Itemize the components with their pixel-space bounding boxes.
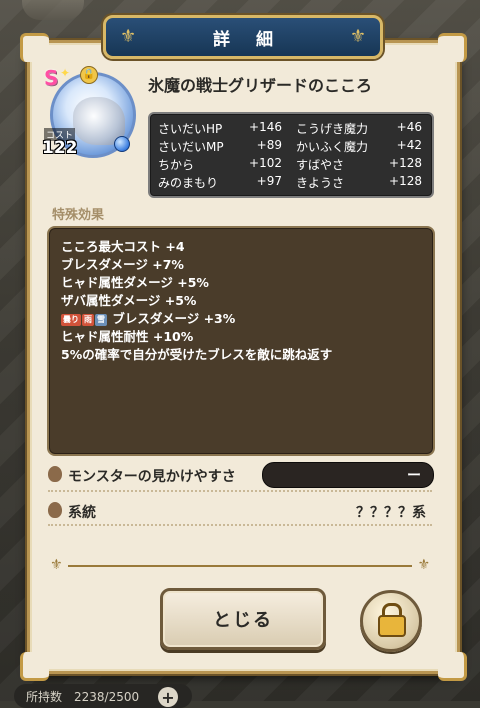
corner-ornament [438,652,467,681]
fleur-icon: ⚜ [349,26,366,47]
monster-name: 氷魔の戦士グリザードのこころ [148,76,373,95]
drop-icon [48,466,62,482]
effect-line: ブレスダメージ +3% [112,311,236,326]
stat-value: +46 [396,120,422,134]
effect-line: こころ最大コスト +4 [61,239,185,254]
corner-ornament [438,33,467,62]
appearance-row: モンスターの見かけやすさ ー [48,462,434,488]
appearance-bar: ー [262,462,434,488]
divider [48,524,432,526]
star-icon: ✦ [60,66,71,80]
dialog-title-banner: ⚜ 詳 細 ⚜ [103,15,383,59]
fleur-icon: ⚜ [120,26,137,47]
stat-row: ちから +102 すばやさ +128 [150,156,432,174]
appearance-value: ー [407,468,421,484]
background-monster-icon [22,0,84,20]
effect-line: 5%の確率で自分が受けたブレスを敵に跳ね返す [61,347,333,362]
appearance-label: モンスターの見かけやすさ [68,469,236,485]
divider [48,490,432,492]
stat-name: こうげき魔力 [296,122,369,136]
stats-panel: さいだいHP +146 こうげき魔力 +46 さいだいMP +89 かいふく魔力… [148,112,434,198]
stat-value: +146 [249,120,282,134]
stat-name: みのまもり [158,176,219,190]
lineage-row: 系統 ？？？？系 [48,498,432,524]
special-effects-panel[interactable]: こころ最大コスト +4 ブレスダメージ +7% ヒャド属性ダメージ +5% ザバ… [47,226,435,456]
effect-line: ヒャド属性耐性 +10% [61,329,194,344]
stat-row: みのまもり +97 きようさ +128 [150,174,432,192]
dialog-title: 詳 細 [213,29,283,50]
stat-value: +128 [389,156,422,170]
stat-name: すばやさ [296,158,345,172]
stat-name: さいだいHP [158,122,223,136]
stat-row: さいだいHP +146 こうげき魔力 +46 [150,120,432,138]
monster-icon: S ✦ 🔒 コスト 122 [42,66,136,158]
ornamental-divider: ⚜ ⚜ [50,557,430,573]
stat-row: さいだいMP +89 かいふく魔力 +42 [150,138,432,156]
corner-ornament [20,33,49,62]
lineage-label: 系統 [68,505,96,521]
lock-icon: 🔒 [80,66,98,84]
stat-name: ちから [158,158,195,172]
lock-icon-body [378,615,406,637]
special-effects-label: 特殊効果 [52,208,105,223]
stat-name: かいふく魔力 [296,140,369,154]
effect-line: ヒャド属性ダメージ +5% [61,275,209,290]
gem-icon [114,136,130,152]
weather-tag: 曇り [61,313,81,326]
rank-badge: S [44,66,59,90]
effect-line: ブレスダメージ +7% [61,257,184,272]
stat-name: きようさ [296,176,345,190]
close-button[interactable]: とじる [160,588,326,650]
add-capacity-button[interactable]: + [158,687,178,707]
cost-value: 122 [42,138,78,158]
divider-line [68,565,412,567]
stat-value: +97 [256,174,282,188]
weather-tag: 雪 [95,313,107,326]
effect-line: ザバ属性ダメージ +5% [61,293,197,308]
weather-tag: 雨 [82,313,94,326]
stat-value: +102 [249,156,282,170]
fleur-icon: ⚜ [50,557,63,573]
lock-button[interactable] [360,590,422,652]
stat-value: +42 [396,138,422,152]
stat-value: +128 [389,174,422,188]
fleur-icon: ⚜ [417,557,430,573]
stat-name: さいだいMP [158,140,224,154]
stat-value: +89 [256,138,282,152]
corner-ornament [20,652,49,681]
lineage-value: ？？？？系 [356,505,426,521]
effect-line-with-tags: 曇り雨雪 ブレスダメージ +3% [61,308,235,327]
drop-icon [48,502,62,518]
